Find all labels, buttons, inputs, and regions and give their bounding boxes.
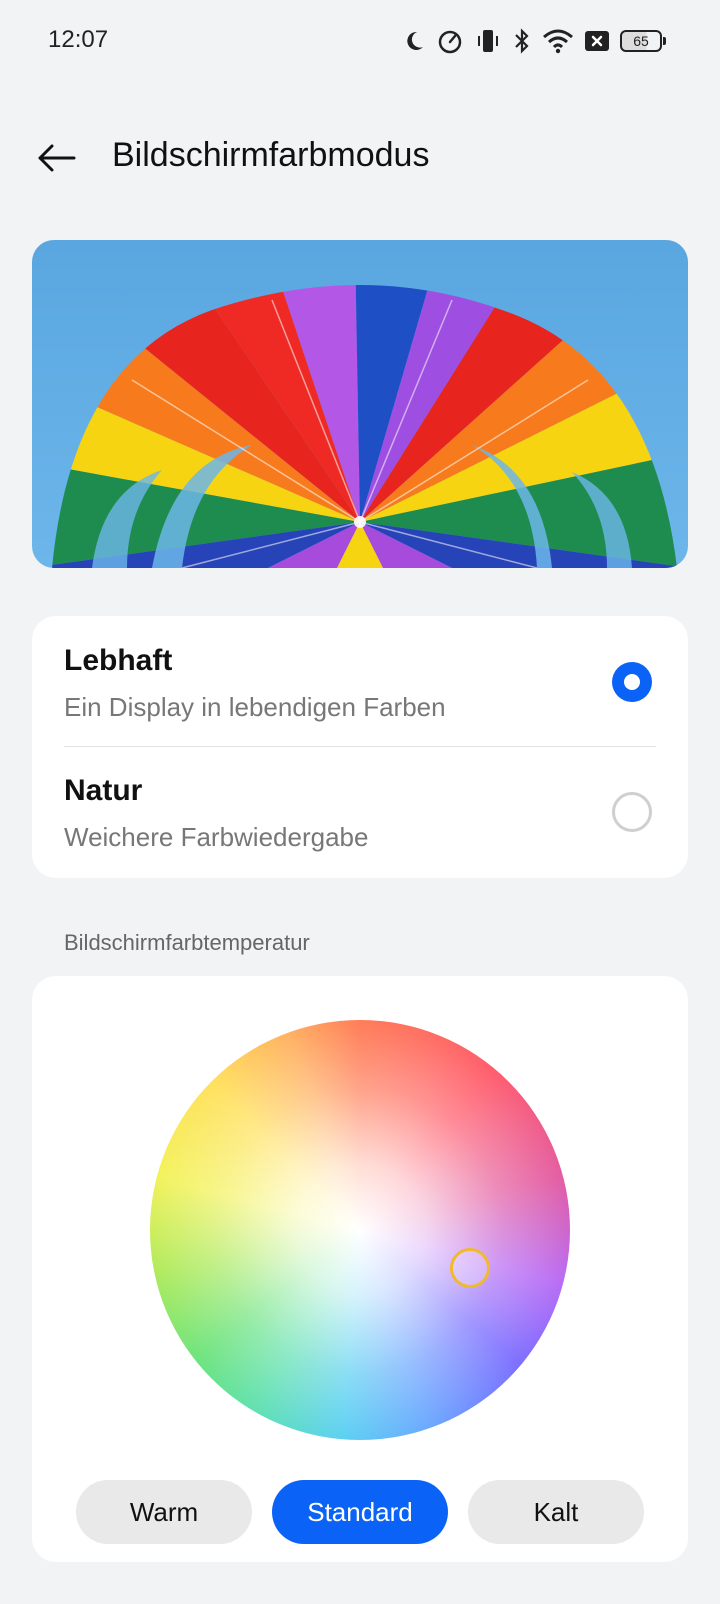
battery-level: 65 — [620, 30, 662, 52]
bluetooth-icon — [515, 28, 529, 54]
x-box-icon — [585, 31, 609, 51]
cold-button[interactable]: Kalt — [468, 1480, 644, 1544]
warm-button[interactable]: Warm — [76, 1480, 252, 1544]
mode-subtitle: Ein Display in lebendigen Farben — [64, 692, 446, 722]
standard-button[interactable]: Standard — [272, 1480, 448, 1544]
speedometer-icon — [438, 30, 462, 54]
vibrate-icon — [478, 30, 498, 52]
preview-image — [32, 240, 688, 568]
status-icons: 65 — [402, 24, 666, 58]
moon-icon — [407, 31, 423, 50]
mode-option-lebhaft[interactable]: Lebhaft Ein Display in lebendigen Farben — [32, 616, 688, 744]
radio-button-unselected[interactable] — [612, 792, 652, 832]
color-wheel[interactable] — [150, 1020, 570, 1440]
radio-button-selected[interactable] — [612, 662, 652, 702]
wifi-icon — [543, 29, 573, 54]
temperature-presets: Warm Standard Kalt — [76, 1480, 644, 1544]
mode-subtitle: Weichere Farbwiedergabe — [64, 822, 369, 852]
back-button[interactable] — [30, 134, 82, 182]
header: Bildschirmfarbmodus — [0, 110, 720, 206]
mode-option-natur[interactable]: Natur Weichere Farbwiedergabe — [32, 746, 688, 874]
page-title: Bildschirmfarbmodus — [112, 136, 430, 174]
parachute-illustration — [52, 285, 677, 568]
status-bar: 12:07 65 — [0, 0, 720, 84]
mode-title: Natur — [64, 774, 143, 807]
color-wheel-handle[interactable] — [450, 1248, 490, 1288]
color-temperature-card: Warm Standard Kalt — [32, 976, 688, 1562]
color-mode-card: Lebhaft Ein Display in lebendigen Farben… — [32, 616, 688, 878]
arrow-left-icon — [38, 144, 76, 172]
battery-icon: 65 — [620, 30, 666, 52]
mode-title: Lebhaft — [64, 644, 173, 677]
section-label-color-temperature: Bildschirmfarbtemperatur — [64, 930, 310, 955]
status-time: 12:07 — [48, 26, 109, 53]
